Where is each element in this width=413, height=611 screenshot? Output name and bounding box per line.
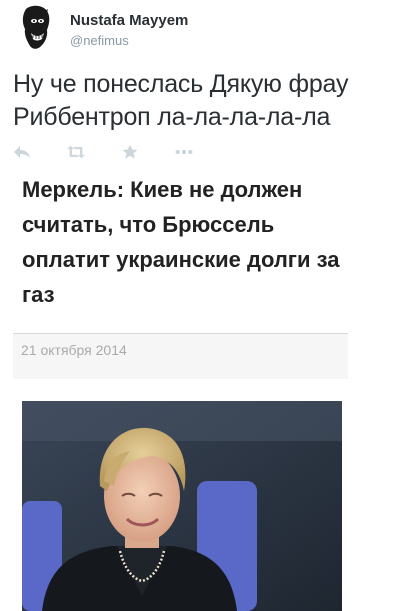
retweet-button[interactable] (67, 143, 85, 161)
article-date-box: 21 октября 2014 (13, 333, 348, 379)
avatar[interactable] (12, 3, 60, 51)
tweet-text: Ну че понеслась Дякую фрау Риббентроп ла… (13, 70, 349, 131)
reply-icon (14, 146, 30, 158)
more-button[interactable] (175, 143, 193, 161)
photo-image (22, 401, 342, 611)
more-icon (175, 149, 193, 155)
retweet-icon (67, 145, 85, 159)
avatar-image (12, 3, 60, 51)
article-headline: Меркель: Киев не должен считать, что Брю… (22, 177, 340, 307)
article-photo (22, 401, 342, 611)
author-name[interactable]: Nustafa Mayyem (70, 12, 188, 29)
tweet-actions (13, 141, 229, 163)
author-handle[interactable]: @nefimus (70, 33, 129, 48)
favorite-icon (122, 144, 138, 159)
favorite-button[interactable] (121, 143, 139, 161)
reply-button[interactable] (13, 143, 31, 161)
article-date: 21 октября 2014 (21, 342, 127, 358)
